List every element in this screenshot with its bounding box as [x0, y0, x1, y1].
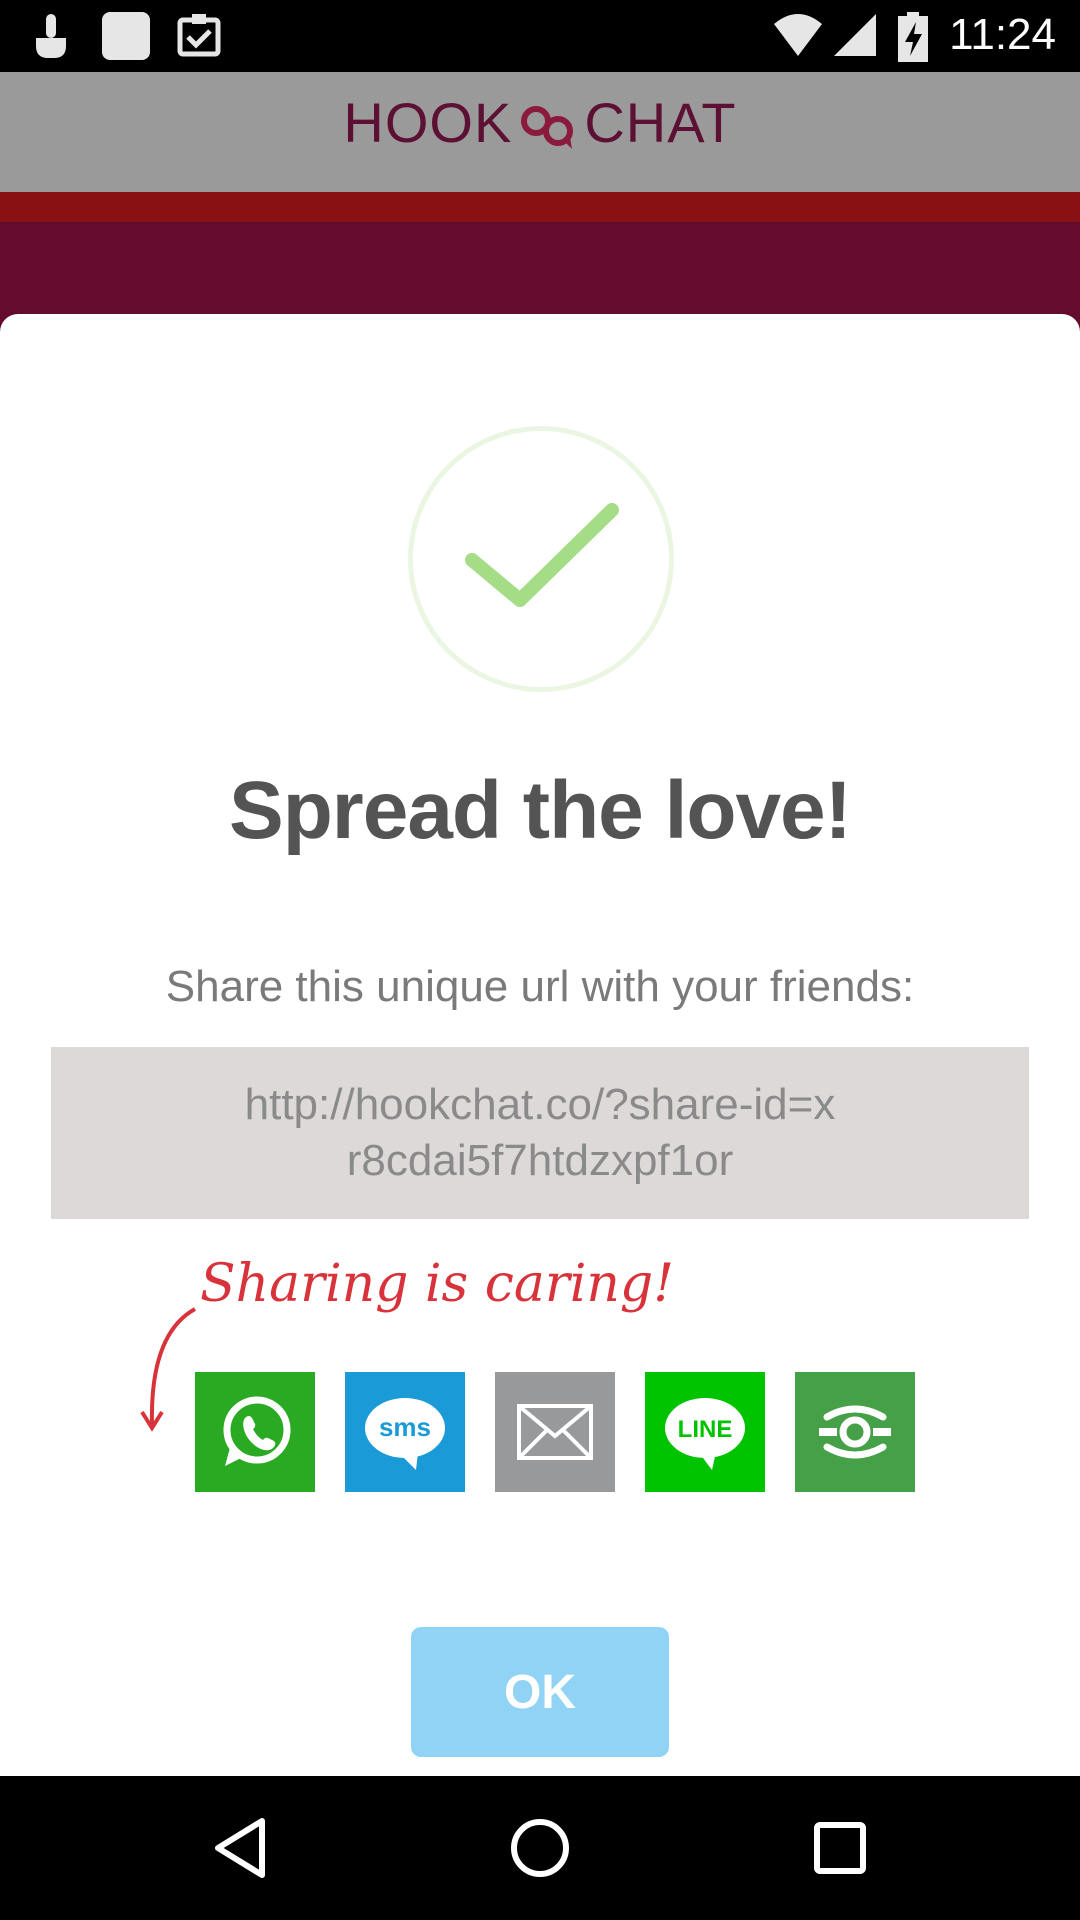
envelope-icon	[517, 1404, 593, 1460]
recent-apps-icon	[814, 1822, 866, 1874]
blank-notification-icon	[102, 12, 150, 60]
share-whatsapp-button[interactable]	[195, 1372, 315, 1492]
share-sms-button[interactable]: sms	[345, 1372, 465, 1492]
home-icon	[511, 1819, 569, 1877]
app-header: HOOK CHAT	[0, 72, 1080, 192]
tap-notification-icon	[36, 14, 66, 58]
nav-recent-apps-button[interactable]	[790, 1798, 890, 1898]
ok-button[interactable]: OK	[411, 1627, 669, 1757]
back-icon	[215, 1818, 265, 1878]
sms-icon: sms	[365, 1398, 445, 1470]
line-label: LINE	[678, 1416, 733, 1443]
checkmark-icon	[465, 503, 619, 607]
battery-charging-icon	[898, 12, 928, 62]
wifi-icon	[774, 14, 822, 56]
line-icon: LINE	[665, 1398, 745, 1470]
chat-bubbles-icon	[521, 106, 574, 150]
system-nav-bar	[0, 1776, 1080, 1920]
sms-label: sms	[379, 1412, 431, 1442]
share-other-icon	[819, 1405, 891, 1459]
whatsapp-icon	[223, 1396, 291, 1466]
dialog-subtitle: Share this unique url with your friends:	[165, 962, 915, 1011]
app-logo: HOOK CHAT	[0, 90, 1080, 155]
share-dialog: Spread the love! Share this unique url w…	[0, 314, 1080, 1776]
signal-icon	[834, 14, 876, 56]
share-email-button[interactable]	[495, 1372, 615, 1492]
share-url-text[interactable]: http://hookchat.co/?share-id=xr8cdai5f7h…	[240, 1077, 840, 1189]
clipboard-check-icon	[177, 14, 221, 57]
share-url-field[interactable]: http://hookchat.co/?share-id=xr8cdai5f7h…	[51, 1047, 1029, 1219]
clock: 11:24	[949, 10, 1056, 59]
dialog-title: Spread the love!	[229, 765, 852, 856]
share-other-button[interactable]	[795, 1372, 915, 1492]
status-bar: 11:24	[0, 0, 1080, 72]
logo-text-left: HOOK	[343, 91, 513, 154]
logo-text-right: CHAT	[584, 91, 737, 154]
curved-arrow-icon	[140, 1307, 196, 1432]
nav-back-button[interactable]	[190, 1798, 290, 1898]
header-accent-strip	[0, 192, 1080, 222]
sharing-is-caring-text: Sharing is caring!	[200, 1254, 675, 1314]
share-line-button[interactable]: LINE	[645, 1372, 765, 1492]
nav-home-button[interactable]	[490, 1798, 590, 1898]
